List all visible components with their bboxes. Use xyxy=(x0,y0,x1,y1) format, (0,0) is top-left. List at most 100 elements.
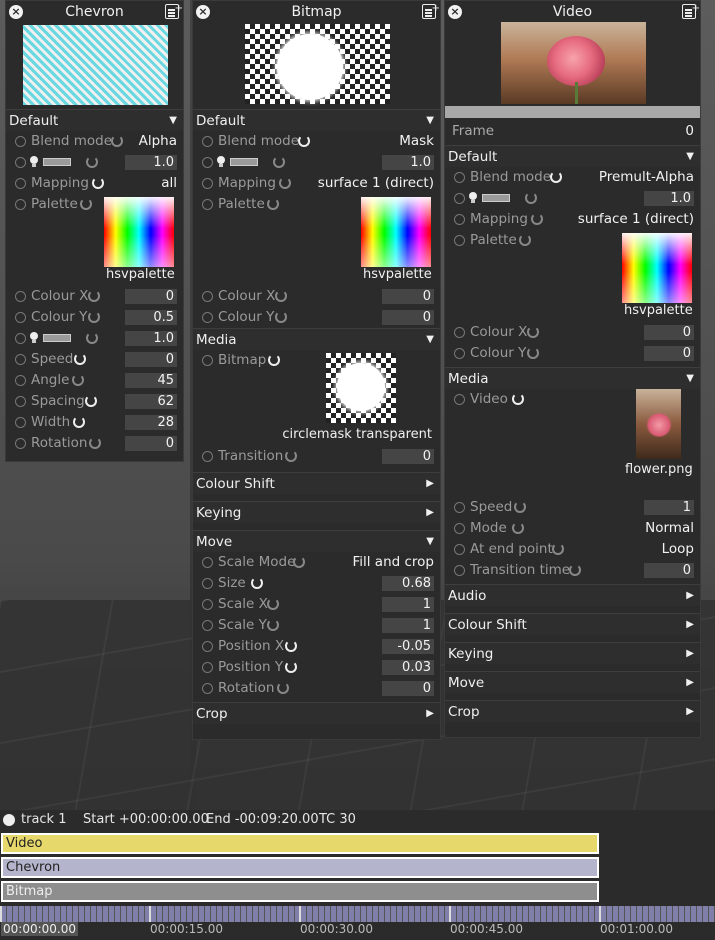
keyframe-clock-icon[interactable] xyxy=(15,396,26,407)
rotation-row[interactable]: Rotation 0 xyxy=(193,678,440,699)
colour-x-value[interactable]: 0 xyxy=(644,325,694,340)
keyframe-clock-icon[interactable] xyxy=(454,348,465,359)
panel-menu-icon[interactable] xyxy=(422,0,440,20)
keyframe-clock-icon[interactable] xyxy=(15,375,26,386)
scale-x-row[interactable]: Scale X 1 xyxy=(193,594,440,615)
reset-icon[interactable] xyxy=(88,290,100,302)
keyframe-clock-icon[interactable] xyxy=(202,599,213,610)
track-icon[interactable] xyxy=(3,814,15,826)
reset-icon[interactable] xyxy=(73,416,85,428)
keyframe-clock-icon[interactable] xyxy=(454,327,465,338)
opacity-value[interactable]: 1.0 xyxy=(644,191,694,206)
keyframe-clock-icon[interactable] xyxy=(454,394,465,405)
keyframe-clock-icon[interactable] xyxy=(15,178,26,189)
rotation-value[interactable]: 0 xyxy=(382,681,434,696)
reset-icon[interactable] xyxy=(514,501,526,513)
bitmap-source-row[interactable]: Bitmap circlemask transparent xyxy=(193,350,440,446)
video-progress-bar[interactable] xyxy=(445,106,700,118)
reset-icon[interactable] xyxy=(512,393,524,405)
keyframe-clock-icon[interactable] xyxy=(15,157,26,168)
size-value[interactable]: 0.68 xyxy=(382,576,434,591)
reset-icon[interactable] xyxy=(88,311,100,323)
transition-time-value[interactable]: 0 xyxy=(644,563,694,578)
position-y-row[interactable]: Position Y 0.03 xyxy=(193,657,440,678)
opacity-slider[interactable] xyxy=(230,158,258,166)
reset-icon[interactable] xyxy=(531,213,543,225)
reset-icon[interactable] xyxy=(273,156,285,168)
opacity-value[interactable]: 1.0 xyxy=(125,155,177,170)
opacity-slider[interactable] xyxy=(482,194,510,202)
reset-icon[interactable] xyxy=(527,326,539,338)
timeline-clip-bitmap[interactable]: Bitmap xyxy=(1,881,599,902)
mapping-value[interactable]: surface 1 (direct) xyxy=(318,173,434,194)
opacity-row[interactable]: 1.0 xyxy=(6,152,183,173)
panel-menu-icon[interactable] xyxy=(165,0,183,20)
keyframe-clock-icon[interactable] xyxy=(454,523,465,534)
position-x-value[interactable]: -0.05 xyxy=(382,639,434,654)
keyframe-clock-icon[interactable] xyxy=(202,641,213,652)
palette-swatch[interactable] xyxy=(622,233,692,303)
scale-x-value[interactable]: 1 xyxy=(382,597,434,612)
section-default[interactable]: Default ▼ xyxy=(193,109,440,131)
reset-icon[interactable] xyxy=(267,619,279,631)
section-keying[interactable]: Keying ▶ xyxy=(193,501,440,523)
blend-mode-row[interactable]: Blend mode Alpha xyxy=(6,131,183,152)
blend-mode-value[interactable]: Alpha xyxy=(139,131,177,152)
speed-row[interactable]: Speed 0 xyxy=(6,349,183,370)
mapping-value[interactable]: all xyxy=(161,173,177,194)
timeline-clip-chevron[interactable]: Chevron xyxy=(1,857,599,878)
end-point-value[interactable]: Loop xyxy=(662,539,694,560)
section-move[interactable]: Move ▶ xyxy=(445,671,700,693)
scale-y-value[interactable]: 1 xyxy=(382,618,434,633)
reset-icon[interactable] xyxy=(569,564,581,576)
keyframe-clock-icon[interactable] xyxy=(454,172,465,183)
panel-menu-icon[interactable] xyxy=(682,0,700,20)
width-row[interactable]: Width 28 xyxy=(6,412,183,433)
keyframe-clock-icon[interactable] xyxy=(15,333,26,344)
reset-icon[interactable] xyxy=(550,171,562,183)
reset-icon[interactable] xyxy=(275,311,287,323)
colour-y-row[interactable]: Colour Y 0 xyxy=(193,307,440,328)
timeline-clip-video[interactable]: Video xyxy=(1,833,599,854)
keyframe-clock-icon[interactable] xyxy=(202,291,213,302)
frame-row[interactable]: Frame 0 xyxy=(445,121,700,142)
frame-value[interactable]: 0 xyxy=(685,121,694,142)
palette-row[interactable]: Palette hsvpalette xyxy=(6,194,183,286)
keyframe-clock-icon[interactable] xyxy=(454,193,465,204)
rotation-value[interactable]: 0 xyxy=(125,436,177,451)
reset-icon[interactable] xyxy=(92,177,104,189)
bitmap-thumbnail[interactable] xyxy=(326,353,396,423)
video-source-row[interactable]: Video flower.png xyxy=(445,389,700,497)
section-media[interactable]: Media ▼ xyxy=(193,328,440,350)
close-icon[interactable]: × xyxy=(448,5,462,19)
keyframe-clock-icon[interactable] xyxy=(15,291,26,302)
scale-y-row[interactable]: Scale Y 1 xyxy=(193,615,440,636)
blend-mode-row[interactable]: Blend mode Mask xyxy=(193,131,440,152)
keyframe-clock-icon[interactable] xyxy=(454,502,465,513)
reset-icon[interactable] xyxy=(86,332,98,344)
reset-icon[interactable] xyxy=(279,177,291,189)
keyframe-clock-icon[interactable] xyxy=(15,312,26,323)
colour-y-row[interactable]: Colour Y 0.5 xyxy=(6,307,183,328)
opacity2-value[interactable]: 1.0 xyxy=(125,331,177,346)
timeline-ruler[interactable] xyxy=(0,906,715,922)
keyframe-clock-icon[interactable] xyxy=(202,683,213,694)
opacity2-slider[interactable] xyxy=(43,334,71,342)
spacing-value[interactable]: 62 xyxy=(125,394,177,409)
keyframe-clock-icon[interactable] xyxy=(202,178,213,189)
keyframe-clock-icon[interactable] xyxy=(15,354,26,365)
angle-value[interactable]: 45 xyxy=(125,373,177,388)
keyframe-clock-icon[interactable] xyxy=(202,557,213,568)
keyframe-clock-icon[interactable] xyxy=(202,662,213,673)
reset-icon[interactable] xyxy=(285,661,297,673)
opacity-slider[interactable] xyxy=(43,158,71,166)
section-media[interactable]: Media ▼ xyxy=(445,367,700,389)
reset-icon[interactable] xyxy=(74,353,86,365)
keyframe-clock-icon[interactable] xyxy=(454,565,465,576)
colour-x-value[interactable]: 0 xyxy=(382,289,434,304)
section-keying[interactable]: Keying ▶ xyxy=(445,642,700,664)
transition-time-row[interactable]: Transition time 0 xyxy=(445,560,700,581)
close-icon[interactable]: × xyxy=(9,5,23,19)
reset-icon[interactable] xyxy=(525,192,537,204)
section-crop[interactable]: Crop ▶ xyxy=(445,700,700,722)
